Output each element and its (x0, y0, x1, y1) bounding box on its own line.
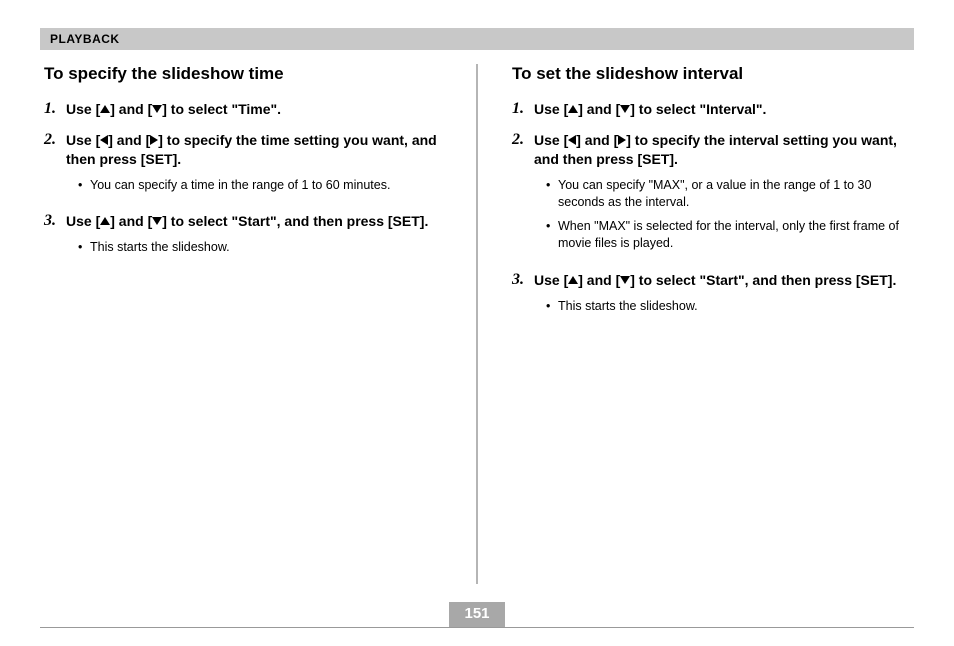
text-part: Use [ (66, 213, 100, 229)
step-text: Use [] and [] to specify the time settin… (66, 131, 442, 169)
text-part: ] and [ (110, 213, 152, 229)
text-part: ] and [ (110, 101, 152, 117)
step-number: 2. (44, 131, 66, 200)
down-triangle-icon (152, 217, 162, 225)
text-part: ] to select "Time". (162, 101, 281, 117)
step-number: 3. (512, 271, 534, 321)
text-part: ] and [ (576, 132, 618, 148)
footer-rule (40, 627, 914, 628)
step-body: Use [ ] and [ ] to select "Time". (66, 100, 442, 119)
step-body: Use [ ] and [ ] to select "Start", and the… (534, 271, 910, 321)
bullet-list: This starts the slideshow. (534, 298, 910, 316)
up-triangle-icon (568, 105, 578, 113)
text-part: Use [ (534, 132, 568, 148)
step-number: 3. (44, 212, 66, 262)
bullet-item: This starts the slideshow. (546, 298, 910, 316)
left-triangle-icon (100, 135, 108, 145)
left-step-3: 3. Use [ ] and [ ] to select "Start", and … (44, 212, 442, 262)
text-part: Use [ (66, 101, 100, 117)
text-part: ] to select "Start", and then press [SET… (162, 213, 428, 229)
step-text: Use [ ] and [ ] to select "Time". (66, 100, 442, 119)
bullet-item: You can specify a time in the range of 1… (78, 177, 442, 195)
text-part: Use [ (534, 272, 568, 288)
column-divider (476, 64, 478, 584)
bullet-item: When "MAX" is selected for the interval,… (546, 218, 910, 253)
text-part: ] and [ (578, 272, 620, 288)
left-step-2: 2. Use [] and [] to specify the time set… (44, 131, 442, 200)
left-step-1: 1. Use [ ] and [ ] to select "Time". (44, 100, 442, 119)
bullet-list: You can specify "MAX", or a value in the… (534, 177, 910, 253)
up-triangle-icon (100, 105, 110, 113)
step-body: Use [] and [] to specify the interval se… (534, 131, 910, 259)
left-column: To specify the slideshow time 1. Use [ ] … (40, 64, 446, 584)
text-part: Use [ (66, 132, 100, 148)
step-body: Use [ ] and [ ] to select "Start", and the… (66, 212, 442, 262)
page-footer: 151 (40, 616, 914, 628)
right-column: To set the slideshow interval 1. Use [ ] … (508, 64, 914, 584)
step-body: Use [] and [] to specify the time settin… (66, 131, 442, 200)
section-header: PLAYBACK (40, 28, 914, 50)
right-triangle-icon (150, 135, 158, 145)
down-triangle-icon (620, 276, 630, 284)
bullet-item: You can specify "MAX", or a value in the… (546, 177, 910, 212)
right-step-1: 1. Use [ ] and [ ] to select "Interval". (512, 100, 910, 119)
text-part: Use [ (534, 101, 568, 117)
step-body: Use [ ] and [ ] to select "Interval". (534, 100, 910, 119)
right-step-2: 2. Use [] and [] to specify the interval… (512, 131, 910, 259)
left-triangle-icon (568, 135, 576, 145)
bullet-item: This starts the slideshow. (78, 239, 442, 257)
right-title: To set the slideshow interval (512, 64, 910, 84)
step-number: 2. (512, 131, 534, 259)
up-triangle-icon (100, 217, 110, 225)
text-part: ] to select "Start", and then press [SET… (630, 272, 896, 288)
step-text: Use [] and [] to specify the interval se… (534, 131, 910, 169)
bullet-list: This starts the slideshow. (66, 239, 442, 257)
text-part: ] and [ (578, 101, 620, 117)
up-triangle-icon (568, 276, 578, 284)
page-number: 151 (449, 602, 505, 627)
content-columns: To specify the slideshow time 1. Use [ ] … (40, 64, 914, 584)
bullet-list: You can specify a time in the range of 1… (66, 177, 442, 195)
step-text: Use [ ] and [ ] to select "Start", and the… (66, 212, 442, 231)
right-step-3: 3. Use [ ] and [ ] to select "Start", and … (512, 271, 910, 321)
down-triangle-icon (152, 105, 162, 113)
text-part: ] and [ (108, 132, 150, 148)
step-number: 1. (512, 100, 534, 119)
right-triangle-icon (618, 135, 626, 145)
step-number: 1. (44, 100, 66, 119)
left-title: To specify the slideshow time (44, 64, 442, 84)
down-triangle-icon (620, 105, 630, 113)
step-text: Use [ ] and [ ] to select "Start", and the… (534, 271, 910, 290)
step-text: Use [ ] and [ ] to select "Interval". (534, 100, 910, 119)
text-part: ] to select "Interval". (630, 101, 766, 117)
